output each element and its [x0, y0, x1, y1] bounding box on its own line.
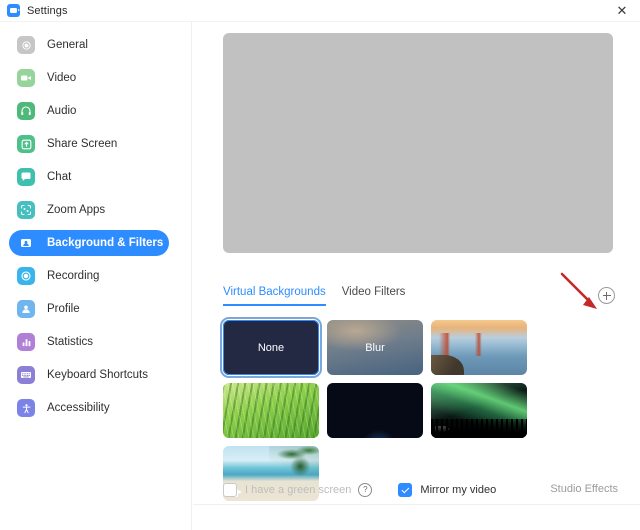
sidebar-item-label: Statistics	[47, 336, 94, 348]
tab-video-filters[interactable]: Video Filters	[342, 286, 406, 304]
window-title: Settings	[27, 4, 68, 17]
keyboard-icon	[17, 366, 35, 384]
sidebar-item-label: Video	[47, 72, 77, 84]
background-tabs: Virtual Backgrounds Video Filters	[223, 286, 613, 306]
sidebar-item-statistics[interactable]: Statistics	[9, 329, 169, 355]
camera-icon	[17, 69, 35, 87]
background-thumbnail-4[interactable]	[327, 383, 423, 438]
green-screen-label: I have a green screen	[245, 484, 352, 496]
background-thumbnail-blur[interactable]: Blur	[327, 320, 423, 375]
sidebar-item-label: Background & Filters	[47, 237, 164, 249]
sidebar-item-label: Profile	[47, 303, 80, 315]
title-bar: Settings	[0, 0, 640, 21]
main-panel: Virtual Backgrounds Video Filters None Blu…	[193, 22, 640, 530]
sidebar-item-accessibility[interactable]: Accessibility	[9, 395, 169, 421]
sidebar-item-recording[interactable]: Recording	[9, 263, 169, 289]
person-card-icon	[17, 234, 35, 252]
person-icon	[17, 300, 35, 318]
background-thumbnail-none[interactable]: None	[220, 317, 322, 378]
record-icon	[17, 267, 35, 285]
sidebar-item-audio[interactable]: Audio	[9, 98, 169, 124]
background-thumbnail-3[interactable]	[223, 383, 319, 438]
question-mark-icon[interactable]: ?	[358, 483, 373, 497]
background-thumbnail-label: Blur	[365, 341, 385, 354]
sidebar-item-video[interactable]: Video	[9, 65, 169, 91]
headphones-icon	[17, 102, 35, 120]
tab-virtual-backgrounds[interactable]: Virtual Backgrounds	[223, 286, 326, 306]
zoom-camera-icon	[7, 4, 20, 17]
gear-icon	[17, 36, 35, 54]
sidebar-item-keyboard-shortcuts[interactable]: Keyboard Shortcuts	[9, 362, 169, 388]
tabs-row: Virtual Backgrounds Video Filters	[223, 286, 615, 310]
settings-sidebar: General Video Audio Share Screen Chat Zoom Ap…	[0, 22, 192, 530]
background-thumbnail-label: None	[257, 341, 285, 354]
background-thumbnail-5[interactable]	[431, 383, 527, 438]
sidebar-item-zoom-apps[interactable]: Zoom Apps	[9, 197, 169, 223]
apps-icon	[17, 201, 35, 219]
settings-window: Settings ✕ General Video Audio Share Screen…	[0, 0, 640, 530]
sidebar-item-label: Share Screen	[47, 138, 118, 150]
upload-icon	[17, 135, 35, 153]
green-screen-checkbox[interactable]	[223, 483, 237, 497]
close-icon[interactable]: ✕	[604, 0, 640, 21]
mirror-video-checkbox[interactable]	[398, 483, 413, 497]
virtual-background-grid: None Blur	[220, 317, 623, 501]
add-background-button[interactable]	[598, 287, 615, 304]
sidebar-item-background-filters[interactable]: Background & Filters	[9, 230, 169, 256]
studio-effects-button[interactable]: Studio Effects	[550, 483, 618, 495]
settings-footer: I have a green screen ? Mirror my video …	[193, 480, 640, 530]
video-badge-icon	[435, 426, 450, 434]
sidebar-item-general[interactable]: General	[9, 32, 169, 58]
sidebar-item-label: Zoom Apps	[47, 204, 106, 216]
background-thumbnail-2[interactable]	[431, 320, 527, 375]
sidebar-item-label: Keyboard Shortcuts	[47, 369, 149, 381]
accessibility-icon	[17, 399, 35, 417]
sidebar-item-label: Audio	[47, 105, 77, 117]
sidebar-item-chat[interactable]: Chat	[9, 164, 169, 190]
sidebar-item-label: Recording	[47, 270, 100, 282]
sidebar-item-label: General	[47, 39, 88, 51]
sidebar-item-label: Chat	[47, 171, 72, 183]
chat-icon	[17, 168, 35, 186]
sidebar-item-profile[interactable]: Profile	[9, 296, 169, 322]
video-preview	[223, 33, 613, 253]
mirror-video-label: Mirror my video	[420, 484, 497, 496]
sidebar-item-share-screen[interactable]: Share Screen	[9, 131, 169, 157]
bar-chart-icon	[17, 333, 35, 351]
sidebar-item-label: Accessibility	[47, 402, 110, 414]
